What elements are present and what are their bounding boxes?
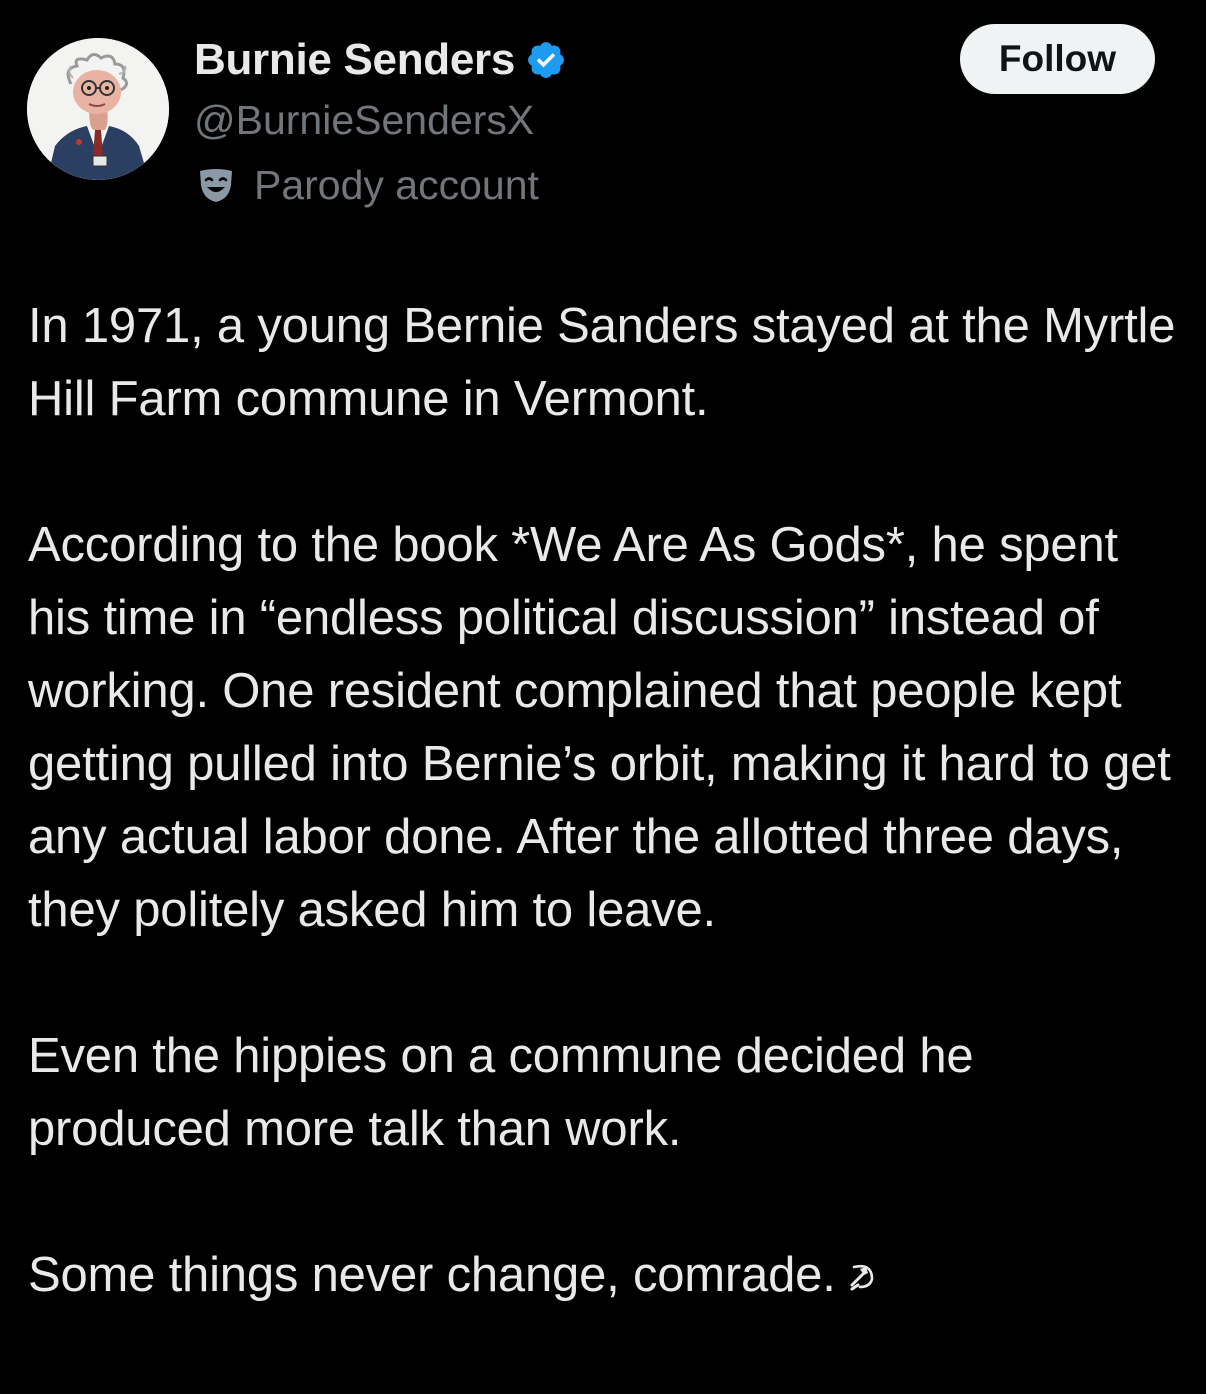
follow-button[interactable]: Follow — [960, 24, 1155, 94]
author-identity: Burnie Senders @BurnieSendersX Parody ac… — [194, 32, 567, 216]
post-paragraph: Even the hippies on a commune decided he… — [28, 1029, 974, 1156]
post-header: Burnie Senders @BurnieSendersX Parody ac… — [0, 0, 1206, 250]
post-paragraph: In 1971, a young Bernie Sanders stayed a… — [28, 299, 1176, 426]
theater-mask-icon — [196, 165, 236, 205]
parody-account-label: Parody account — [254, 161, 539, 208]
hammer-and-sickle-icon — [846, 1239, 876, 1291]
avatar-illustration — [27, 38, 169, 180]
parody-label-row: Parody account — [194, 154, 567, 216]
post-text: In 1971, a young Bernie Sanders stayed a… — [28, 290, 1188, 1312]
post-paragraph: According to the book *We Are As Gods*, … — [28, 518, 1171, 937]
post-paragraph-text: Some things never change, comrade. — [28, 1248, 836, 1302]
post-paragraph-last: Some things never change, comrade. — [28, 1239, 1188, 1312]
avatar[interactable] — [27, 38, 169, 180]
verified-badge-icon[interactable] — [525, 39, 567, 81]
author-handle[interactable]: @BurnieSendersX — [194, 90, 567, 150]
name-row: Burnie Senders — [194, 32, 567, 88]
display-name[interactable]: Burnie Senders — [194, 35, 515, 85]
